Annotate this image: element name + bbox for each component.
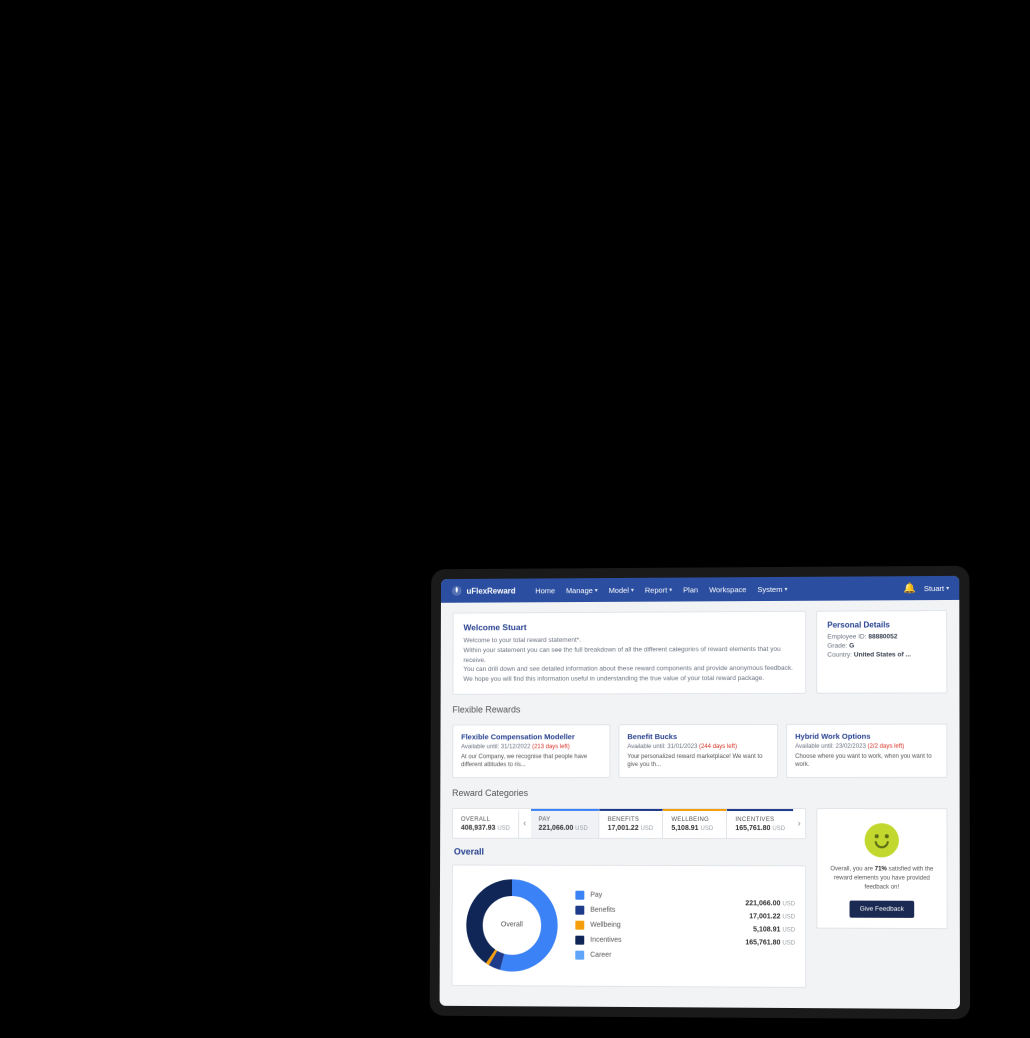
flex-card-desc: Choose where you want to work, when you … [795,752,938,769]
flex-card-desc: Your personalized reward marketplace! We… [627,753,769,770]
top-navbar: uFlexReward Home Manage▾ Model▾ Report▾ … [441,576,959,603]
grade-row: Grade: G [827,642,936,649]
nav-workspace[interactable]: Workspace [709,585,746,594]
main-nav: Home Manage▾ Model▾ Report▾ Plan Workspa… [535,584,787,594]
tab-scroll-left[interactable]: ‹ [519,808,531,837]
country-row: Country: United States of ... [827,651,936,658]
tab-incentives[interactable]: INCENTIVES 165,761.80 USD [727,809,793,838]
nav-model[interactable]: Model▾ [609,585,634,594]
brand-text: uFlexReward [467,586,516,595]
donut-chart: Overall [462,875,561,975]
tab-benefits[interactable]: BENEFITS 17,001.22 USD [600,808,664,837]
flex-card-compensation[interactable]: Flexible Compensation Modeller Available… [452,724,610,778]
tab-overall[interactable]: OVERALL 408,937.93 USD [453,808,519,837]
bell-icon[interactable]: 🔔 [903,583,916,594]
legend-incentives: Incentives [575,936,731,946]
page-content: Welcome Stuart Welcome to your total rew… [440,600,960,1009]
brand-logo[interactable]: uFlexReward [451,585,516,597]
chevron-down-icon: ▾ [631,586,634,593]
flex-card-title: Flexible Compensation Modeller [461,732,601,741]
value-benefits: 17,001.22 USD [745,913,795,920]
flex-card-desc: At our Company, we recognise that people… [461,753,601,770]
swatch-icon [575,906,584,915]
welcome-card: Welcome Stuart Welcome to your total rew… [452,611,806,695]
tab-wellbeing[interactable]: WELLBEING 5,108.91 USD [663,809,727,838]
value-incentives: 165,761.80 USD [745,939,795,946]
welcome-p4: We hope you will find this information u… [463,674,795,685]
swatch-icon [575,936,584,945]
flex-card-availability: Available until: 31/01/2023 (244 days le… [627,744,769,750]
value-pay: 221,066.00 USD [745,900,795,907]
leaf-icon [451,585,463,597]
chart-legend: Pay Benefits Wellbeing Incentives Career [575,891,731,961]
nav-manage[interactable]: Manage▾ [566,586,598,595]
tab-pay[interactable]: PAY 221,066.00 USD [531,808,600,837]
chart-values: 221,066.00 USD 17,001.22 USD 5,108.91 US… [745,900,795,952]
swatch-icon [575,921,584,930]
chevron-down-icon: ▾ [595,587,598,594]
overall-subheading: Overall [452,846,806,857]
welcome-title: Welcome Stuart [463,621,795,633]
value-wellbeing: 5,108.91 USD [745,926,795,933]
flex-card-title: Benefit Bucks [627,732,769,741]
swatch-icon [575,891,584,900]
details-heading: Personal Details [827,620,936,630]
feedback-card: Overall, you are 71% satisfied with the … [816,808,947,929]
tablet-frame: uFlexReward Home Manage▾ Model▾ Report▾ … [430,566,970,1019]
employee-id-row: Employee ID: 88880052 [827,633,936,641]
nav-home[interactable]: Home [535,586,555,595]
nav-system[interactable]: System▾ [757,584,787,593]
legend-pay: Pay [575,891,731,900]
feedback-text: Overall, you are 71% satisfied with the … [825,865,938,892]
overall-chart-card: Overall Pay Benefits Wellbeing Incentive… [451,864,806,987]
flexible-rewards-row: Flexible Compensation Modeller Available… [452,723,947,777]
flex-card-hybrid-work[interactable]: Hybrid Work Options Available until: 23/… [786,723,947,777]
nav-plan[interactable]: Plan [683,585,698,594]
reward-categories-title: Reward Categories [452,787,947,797]
welcome-p2: Within your statement you can see the fu… [463,645,795,666]
category-tabs: OVERALL 408,937.93 USD ‹ PAY 221,066.00 … [452,807,806,838]
flex-card-availability: Available until: 31/12/2022 (213 days le… [461,744,601,750]
user-menu: 🔔 Stuart▾ [903,582,949,593]
user-dropdown[interactable]: Stuart▾ [924,583,949,592]
give-feedback-button[interactable]: Give Feedback [850,900,914,917]
nav-report[interactable]: Report▾ [645,585,672,594]
smiley-icon [865,823,899,857]
legend-career: Career [575,951,731,961]
chevron-down-icon: ▾ [669,586,672,593]
chevron-down-icon: ▾ [784,585,787,592]
swatch-icon [575,951,584,960]
tab-scroll-right[interactable]: › [793,809,805,838]
flex-card-availability: Available until: 23/02/2023 (2/2 days le… [795,743,938,749]
legend-benefits: Benefits [575,906,731,916]
flex-card-benefit-bucks[interactable]: Benefit Bucks Available until: 31/01/202… [618,724,778,778]
flex-card-title: Hybrid Work Options [795,731,938,740]
chevron-down-icon: ▾ [946,584,949,591]
personal-details-card: Personal Details Employee ID: 88880052 G… [816,610,947,693]
legend-wellbeing: Wellbeing [575,921,731,931]
app-screen: uFlexReward Home Manage▾ Model▾ Report▾ … [440,576,960,1009]
flexible-rewards-title: Flexible Rewards [452,703,947,714]
donut-center-label: Overall [462,875,561,975]
